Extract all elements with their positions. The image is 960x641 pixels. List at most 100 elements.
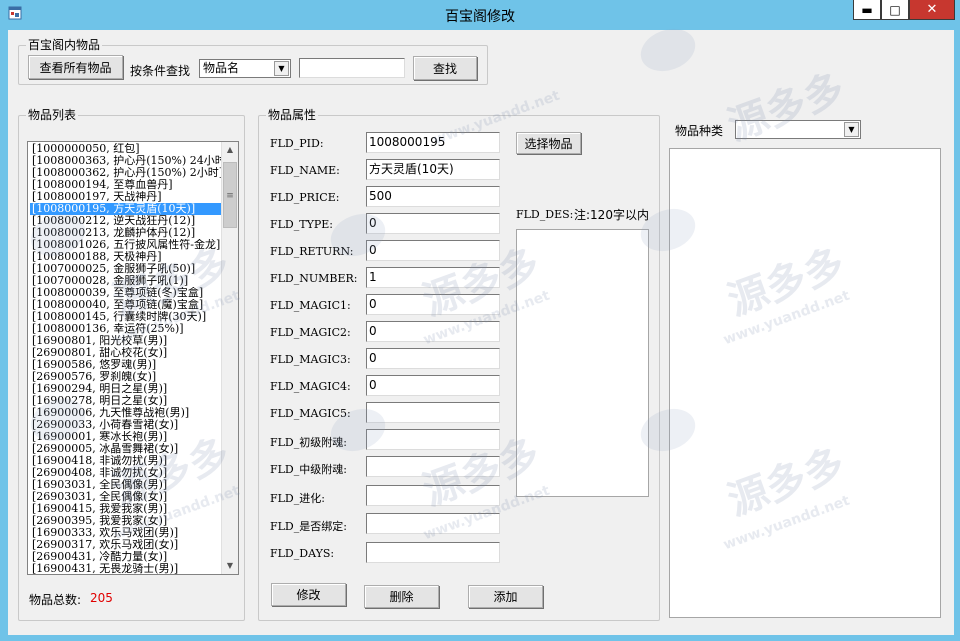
item-attr-group-title: 物品属性 (266, 108, 319, 122)
search-group-title: 百宝阁内物品 (26, 38, 103, 52)
list-item[interactable]: [1008000363, 护心丹(150%) 24小时] (30, 155, 222, 167)
item-listbox[interactable]: [1000000050, 红包] [1008000363, 护心丹(150%) 2… (27, 141, 239, 575)
search-condition-label: 按条件查找 (130, 64, 191, 78)
field-label: FLD_DAYS: (270, 547, 335, 560)
field-input[interactable] (366, 456, 500, 477)
field-input[interactable] (366, 542, 500, 563)
field-label: FLD_RETURN: (270, 245, 354, 258)
field-label: FLD_MAGIC4: (270, 380, 351, 393)
maximize-icon: □ (889, 2, 901, 17)
field-label: FLD_MAGIC1: (270, 299, 351, 312)
list-item[interactable]: [26900431, 冷酷力量(女)] (30, 551, 222, 563)
list-item[interactable]: [1007000028, 金服狮子吼(1)] (30, 275, 222, 287)
field-label: FLD_中级附魂: (270, 463, 347, 476)
category-item-list[interactable] (669, 148, 941, 618)
list-item[interactable]: [1008000188, 天极神丹] (30, 251, 222, 263)
field-input[interactable]: 500 (366, 186, 500, 207)
delete-button[interactable]: 删除 (364, 585, 439, 608)
total-count-value: 205 (90, 591, 113, 605)
field-input[interactable]: 1 (366, 267, 500, 288)
total-count-label: 物品总数: (29, 593, 82, 607)
list-item[interactable]: [26900033, 小荷春雪裙(女)] (30, 419, 222, 431)
list-item[interactable]: [1008000145, 行囊续时牌(30天)] (30, 311, 222, 323)
list-item[interactable]: [26900395, 我爱我家(女)] (30, 515, 222, 527)
field-input[interactable]: 1008000195 (366, 132, 500, 153)
list-item[interactable]: [26900576, 罗刹魄(女)] (30, 371, 222, 383)
list-item[interactable]: [16900418, 非诚勿扰(男)] (30, 455, 222, 467)
minimize-button[interactable]: ▬ (853, 0, 881, 20)
des-note: 注:120字以内 (574, 208, 649, 222)
title-bar: 百宝阁修改 ▬ □ ✕ (0, 0, 960, 30)
list-item[interactable]: [1007000025, 金服狮子吼(50)] (30, 263, 222, 275)
field-label: FLD_NUMBER: (270, 272, 358, 285)
scroll-up-icon[interactable]: ▲ (222, 142, 238, 158)
list-item[interactable]: [1008001026, 五行披风属性符-金龙] (30, 239, 222, 251)
list-item[interactable]: [26900005, 冰晶雪舞裙(女)] (30, 443, 222, 455)
description-textarea[interactable] (516, 229, 649, 497)
list-item[interactable]: [1008000194, 至尊血兽丹] (30, 179, 222, 191)
list-item[interactable]: [1008000039, 至尊项链(冬)宝盒] (30, 287, 222, 299)
list-item[interactable]: [1008000040, 至尊项链(魔)宝盒] (30, 299, 222, 311)
list-item[interactable]: [1008000136, 幸运符(25%)] (30, 323, 222, 335)
field-input[interactable]: 方天灵盾(10天) (366, 159, 500, 180)
chevron-down-icon: ▼ (274, 61, 289, 76)
des-label: FLD_DES: (516, 208, 574, 221)
field-input[interactable] (366, 513, 500, 534)
list-scrollbar[interactable]: ▲ ≡ ▼ (221, 142, 238, 574)
list-item[interactable]: [16903031, 全民偶像(男)] (30, 479, 222, 491)
close-button[interactable]: ✕ (909, 0, 955, 20)
window-title: 百宝阁修改 (445, 9, 515, 25)
field-input[interactable] (366, 485, 500, 506)
list-item[interactable]: [26903031, 全民偶像(女)] (30, 491, 222, 503)
list-item[interactable]: [1008000195, 方天灵盾(10天)] (30, 203, 222, 215)
item-list: [1000000050, 红包] [1008000363, 护心丹(150%) 2… (30, 143, 222, 574)
field-label: FLD_TYPE: (270, 218, 333, 231)
list-item[interactable]: [16900415, 我爱我家(男)] (30, 503, 222, 515)
field-input[interactable]: 0 (366, 294, 500, 315)
field-label: FLD_是否绑定: (270, 520, 347, 533)
close-icon: ✕ (926, 2, 938, 17)
list-item[interactable]: [1008000213, 龙麟护体丹(12)] (30, 227, 222, 239)
field-input[interactable]: 0 (366, 321, 500, 342)
list-item[interactable]: [1008000197, 天战神丹] (30, 191, 222, 203)
add-button[interactable]: 添加 (468, 585, 543, 608)
field-label: FLD_MAGIC3: (270, 353, 351, 366)
list-item[interactable]: [1008000362, 护心丹(150%) 2小时] (30, 167, 222, 179)
list-item[interactable]: [16900278, 明日之星(女)] (30, 395, 222, 407)
field-label: FLD_PID: (270, 137, 324, 150)
list-item[interactable]: [16900294, 明日之星(男)] (30, 383, 222, 395)
field-label: FLD_PRICE: (270, 191, 340, 204)
maximize-button[interactable]: □ (881, 0, 909, 20)
condition-select[interactable]: 物品名 ▼ (199, 59, 291, 78)
list-item[interactable]: [16900431, 无畏龙骑士(男)] (30, 563, 222, 574)
field-input[interactable] (366, 402, 500, 423)
list-item[interactable]: [16900001, 寒冰长袍(男)] (30, 431, 222, 443)
category-label: 物品种类 (675, 124, 724, 138)
scroll-thumb[interactable]: ≡ (223, 162, 237, 228)
modify-button[interactable]: 修改 (271, 583, 346, 606)
list-item[interactable]: [26900801, 甜心校花(女)] (30, 347, 222, 359)
list-item[interactable]: [16900801, 阳光校草(男)] (30, 335, 222, 347)
view-all-button[interactable]: 查看所有物品 (28, 55, 123, 79)
scroll-down-icon[interactable]: ▼ (222, 558, 238, 574)
list-item[interactable]: [16900006, 九天惟尊战袍(男)] (30, 407, 222, 419)
select-item-button[interactable]: 选择物品 (516, 132, 581, 154)
field-input[interactable]: 0 (366, 213, 500, 234)
list-item[interactable]: [26900317, 欢乐马戏团(女)] (30, 539, 222, 551)
condition-select-value: 物品名 (203, 61, 240, 75)
list-item[interactable]: [26900408, 非诚勿扰(女)] (30, 467, 222, 479)
field-input[interactable]: 0 (366, 240, 500, 261)
search-button[interactable]: 查找 (413, 56, 477, 80)
client-area: 百宝阁内物品 查看所有物品 按条件查找 物品名 ▼ 查找 物品列表 [10000… (8, 30, 954, 635)
list-item[interactable]: [16900586, 悠罗魂(男)] (30, 359, 222, 371)
search-input[interactable] (299, 58, 405, 78)
list-item[interactable]: [1008000212, 逆天战狂丹(12)] (30, 215, 222, 227)
category-select[interactable]: ▼ (735, 120, 861, 139)
field-input[interactable]: 0 (366, 348, 500, 369)
list-item[interactable]: [16900333, 欢乐马戏团(男)] (30, 527, 222, 539)
field-input[interactable]: 0 (366, 375, 500, 396)
field-label: FLD_进化: (270, 492, 325, 505)
field-label: FLD_MAGIC2: (270, 326, 351, 339)
field-input[interactable] (366, 429, 500, 450)
list-item[interactable]: [1000000050, 红包] (30, 143, 222, 155)
